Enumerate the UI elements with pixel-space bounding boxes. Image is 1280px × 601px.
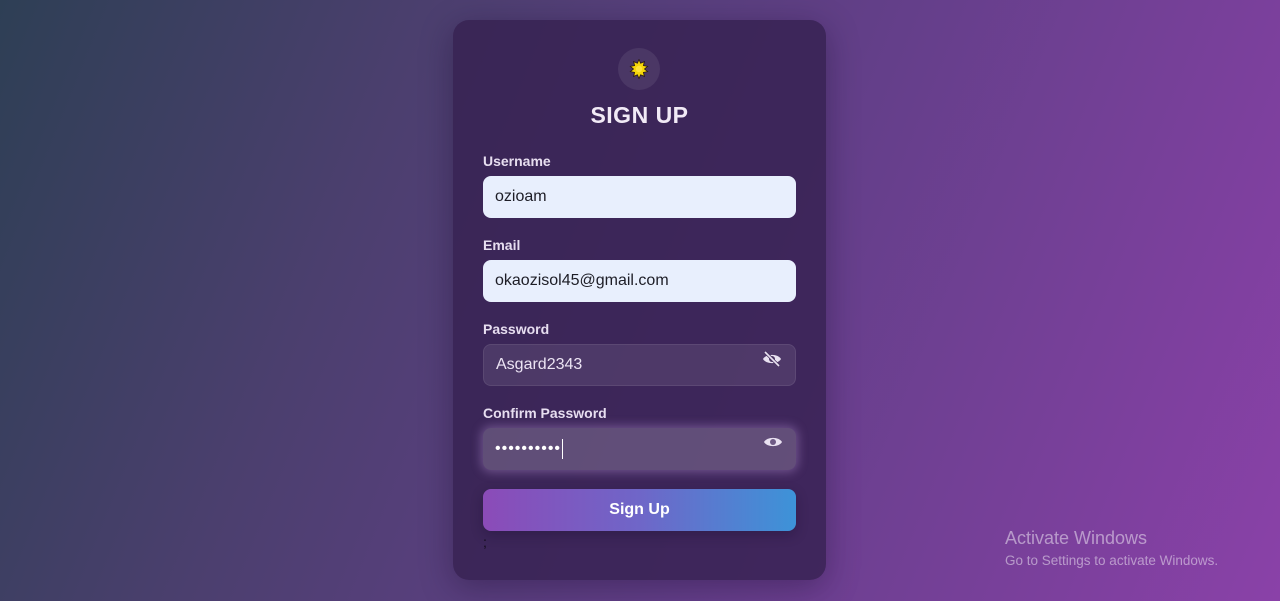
email-label: Email (483, 237, 521, 253)
confirm-password-value: •••••••••• (495, 440, 562, 457)
logo-badge (618, 48, 660, 90)
activation-watermark: Activate Windows Go to Settings to activ… (1005, 528, 1218, 568)
email-input[interactable]: okaozisol45@gmail.com (483, 260, 796, 302)
password-value: Asgard2343 (496, 356, 583, 373)
confirm-password-input[interactable]: •••••••••• (483, 428, 796, 470)
signup-card: SIGN UP Username ozioam Email okaozisol4… (453, 20, 826, 580)
email-value: okaozisol45@gmail.com (495, 272, 669, 289)
eye-icon[interactable] (762, 432, 784, 452)
confirm-password-label: Confirm Password (483, 405, 607, 421)
form-title: SIGN UP (590, 102, 689, 128)
password-label: Password (483, 321, 550, 337)
sign-up-button[interactable]: Sign Up (483, 489, 796, 531)
stray-text: ; (483, 534, 487, 550)
username-label: Username (483, 153, 551, 169)
watermark-title: Activate Windows (1005, 528, 1148, 548)
username-input[interactable]: ozioam (483, 176, 796, 218)
sun-icon (629, 59, 649, 79)
password-input[interactable]: Asgard2343 (483, 344, 796, 386)
watermark-subtitle: Go to Settings to activate Windows. (1005, 553, 1219, 568)
username-value: ozioam (495, 188, 547, 205)
eye-off-icon[interactable] (761, 349, 783, 369)
text-cursor (562, 439, 564, 459)
